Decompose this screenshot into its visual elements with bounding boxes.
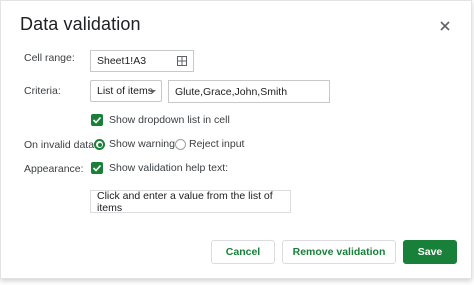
invalid-data-label: On invalid data: xyxy=(24,139,97,151)
chevron-down-icon xyxy=(150,90,156,93)
remove-validation-button[interactable]: Remove validation xyxy=(282,240,396,264)
criteria-type-value: List of items xyxy=(97,85,154,97)
cell-range-value: Sheet1!A3 xyxy=(97,55,147,67)
grid-icon[interactable] xyxy=(177,56,187,66)
help-text-value: Click and enter a value from the list of… xyxy=(97,189,273,214)
dropdown-list-checkbox[interactable] xyxy=(91,114,103,126)
appearance-label: Appearance: xyxy=(24,163,84,175)
close-icon[interactable] xyxy=(437,18,453,34)
cell-range-input[interactable]: Sheet1!A3 xyxy=(90,50,194,72)
checkmark-icon xyxy=(92,164,102,172)
data-validation-dialog: Data validation Cell range: Sheet1!A3 Cr… xyxy=(0,0,472,279)
dialog-title: Data validation xyxy=(20,14,141,34)
criteria-items-input[interactable]: Glute,Grace,John,Smith xyxy=(168,80,330,103)
criteria-label: Criteria: xyxy=(24,85,61,97)
criteria-type-dropdown[interactable]: List of items xyxy=(90,80,162,102)
show-warning-radio[interactable] xyxy=(94,139,105,150)
help-text-checkbox[interactable] xyxy=(91,162,103,174)
criteria-items-value: Glute,Grace,John,Smith xyxy=(175,85,288,98)
show-warning-label[interactable]: Show warning xyxy=(109,138,175,150)
dropdown-list-label: Show dropdown list in cell xyxy=(109,114,230,126)
reject-input-radio[interactable] xyxy=(175,139,186,150)
help-text-checkbox-label: Show validation help text: xyxy=(109,162,229,174)
cancel-button[interactable]: Cancel xyxy=(211,240,275,264)
reject-input-label[interactable]: Reject input xyxy=(189,138,244,150)
checkmark-icon xyxy=(92,116,102,124)
cell-range-label: Cell range: xyxy=(24,52,75,64)
help-text-input[interactable]: Click and enter a value from the list of… xyxy=(90,189,291,214)
save-button[interactable]: Save xyxy=(403,240,457,264)
